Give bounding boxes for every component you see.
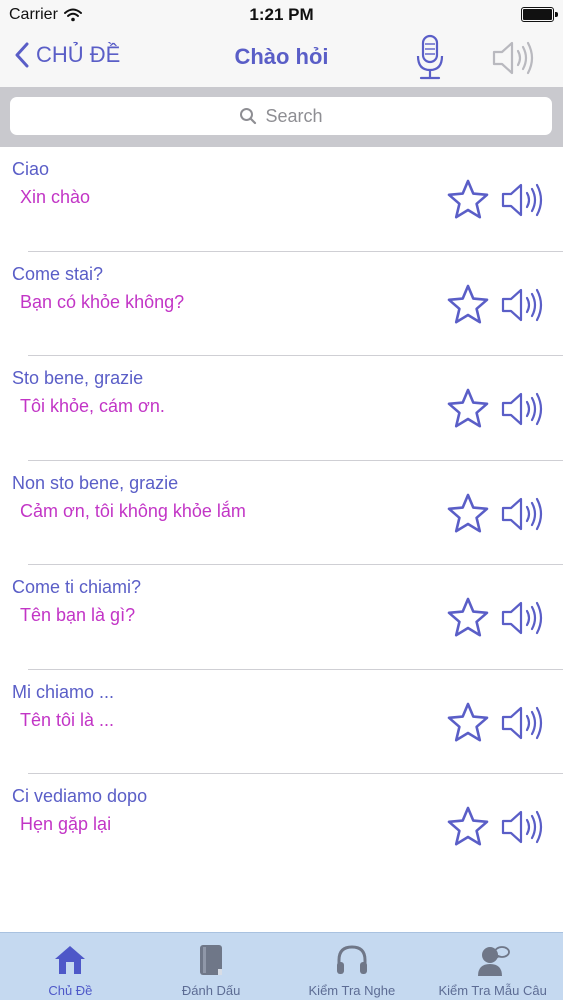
phrase-vietnamese: Tên tôi là ...	[20, 709, 115, 730]
headphones-icon	[336, 945, 367, 974]
phrase-row[interactable]: Ciao Xin chào	[0, 147, 563, 252]
search-icon	[240, 108, 257, 125]
speaker-icon[interactable]	[500, 284, 548, 326]
phrase-italian: Ci vediamo dopo	[12, 786, 148, 806]
phrase-row[interactable]: Come stai? Bạn có khỏe không?	[0, 252, 563, 356]
speaker-icon[interactable]	[500, 702, 548, 744]
tab-label: Chủ Đề	[48, 983, 93, 998]
phrase-row[interactable]: Ci vediamo dopo Hẹn gặp lại	[0, 774, 563, 879]
tab-chu-de[interactable]: Chủ Đề	[0, 933, 141, 1000]
back-button-label: CHỦ ĐỀ	[36, 42, 121, 67]
phrase-vietnamese: Tôi khỏe, cám ơn.	[20, 396, 165, 416]
chevron-left-icon	[15, 42, 29, 68]
phrase-italian: Non sto bene, grazie	[12, 472, 179, 493]
status-time: 1:21 PM	[249, 5, 314, 24]
phrase-vietnamese: Hẹn gặp lại	[20, 814, 112, 834]
star-icon[interactable]	[446, 283, 490, 327]
phrase-vietnamese: Tên bạn là gì?	[20, 605, 136, 625]
phrase-row[interactable]: Sto bene, grazie Tôi khỏe, cám ơn.	[0, 356, 563, 461]
speaker-icon[interactable]	[490, 38, 538, 78]
speaker-icon[interactable]	[500, 388, 548, 430]
phrase-row[interactable]: Mi chiamo ... Tên tôi là ...	[0, 670, 563, 774]
phrase-row[interactable]: Come ti chiami? Tên bạn là gì?	[0, 565, 563, 670]
speaker-icon[interactable]	[500, 179, 548, 221]
phrase-vietnamese: Cảm ơn, tôi không khỏe lắm	[20, 500, 246, 521]
navigation-bar: CHỦ ĐỀ Chào hỏi	[0, 30, 563, 87]
tab-kiem-tra-mau-cau[interactable]: Kiểm Tra Mẫu Câu	[422, 933, 563, 1000]
star-icon[interactable]	[446, 387, 490, 431]
home-icon	[55, 946, 86, 974]
phrase-italian: Mi chiamo ...	[12, 681, 115, 702]
phrase-list: Ciao Xin chào Come stai? Bạn có khỏe khô…	[0, 147, 563, 879]
phrase-row[interactable]: Non sto bene, grazie Cảm ơn, tôi không k…	[0, 461, 563, 565]
back-button[interactable]: CHỦ ĐỀ	[14, 42, 120, 68]
tab-label: Kiểm Tra Nghe	[308, 983, 396, 998]
user-speech-icon	[477, 946, 510, 976]
phrase-italian: Ciao	[12, 159, 50, 179]
status-bar: Carrier 1:21 PM	[0, 0, 563, 30]
phrase-italian: Come stai?	[12, 263, 104, 284]
phrase-vietnamese: Xin chào	[20, 187, 91, 207]
search-bar: Search	[0, 87, 563, 147]
search-placeholder: Search	[265, 105, 323, 126]
star-icon[interactable]	[446, 701, 490, 745]
phrase-vietnamese: Bạn có khỏe không?	[20, 291, 185, 312]
speaker-icon[interactable]	[500, 597, 548, 639]
tab-danh-dau[interactable]: Đánh Dấu	[141, 933, 282, 1000]
microphone-icon[interactable]	[413, 34, 447, 82]
phrase-italian: Sto bene, grazie	[12, 368, 144, 388]
tab-label: Kiểm Tra Mẫu Câu	[438, 983, 547, 998]
star-icon[interactable]	[446, 492, 490, 536]
phrase-italian: Come ti chiami?	[12, 577, 142, 597]
battery-icon	[521, 7, 558, 22]
speaker-icon[interactable]	[500, 806, 548, 848]
star-icon[interactable]	[446, 596, 490, 640]
search-input[interactable]: Search	[10, 97, 552, 135]
book-icon	[200, 945, 223, 975]
tab-label: Đánh Dấu	[181, 983, 241, 998]
tab-bar: Chủ Đề Đánh Dấu Kiểm Tra Nghe Kiểm Tra M…	[0, 932, 563, 1000]
speaker-icon[interactable]	[500, 493, 548, 535]
star-icon[interactable]	[446, 805, 490, 849]
tab-kiem-tra-nghe[interactable]: Kiểm Tra Nghe	[282, 933, 423, 1000]
star-icon[interactable]	[446, 178, 490, 222]
